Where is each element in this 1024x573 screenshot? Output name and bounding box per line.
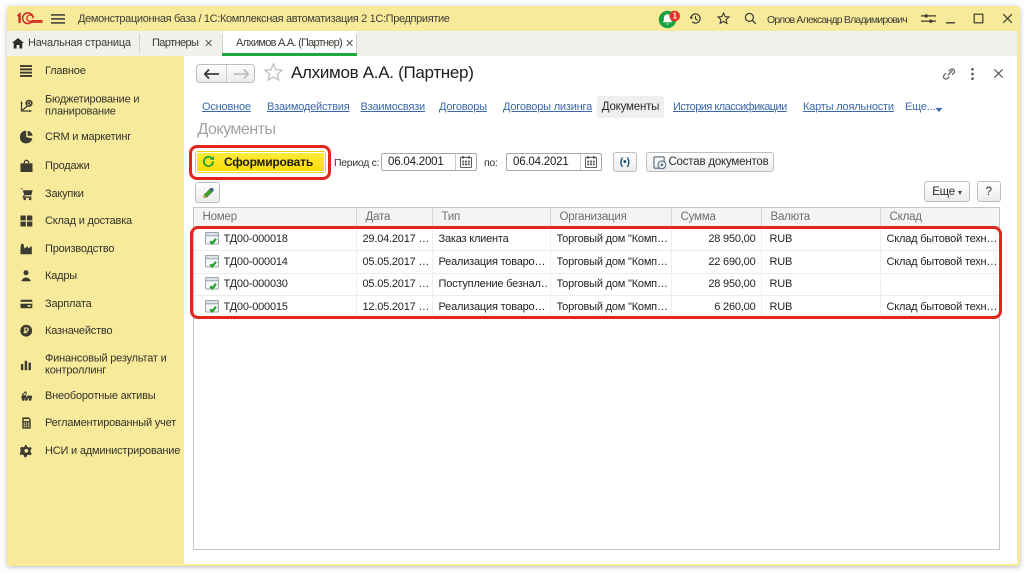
svg-text:P: P <box>27 101 31 107</box>
svg-text:P: P <box>24 327 30 336</box>
svg-text:1: 1 <box>673 12 678 21</box>
